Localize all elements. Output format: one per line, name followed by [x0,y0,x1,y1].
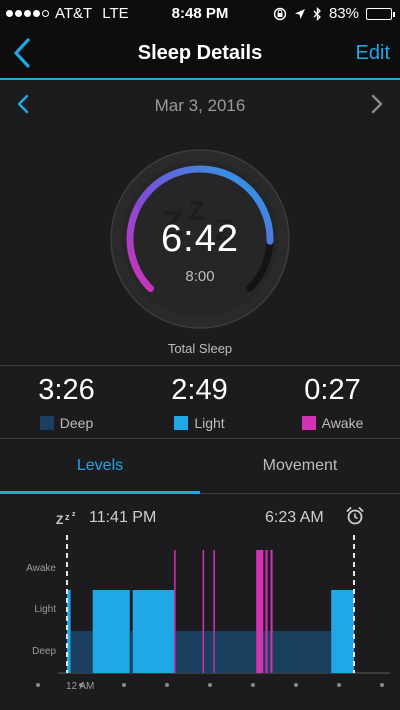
sleep-start-time: 11:41 PM [89,509,157,526]
x-tick-dot [36,683,40,687]
awake-value: 0:27 [304,374,361,406]
sleep-segment-awake [202,550,205,673]
deep-swatch-icon [39,416,54,430]
sleep-segment-light [331,590,354,673]
rotation-lock-icon [273,7,287,20]
svg-text:Z: Z [56,513,63,526]
awake-swatch-icon [301,416,316,430]
sleep-end-time: 6:23 AM [265,509,324,526]
tab-movement[interactable]: Movement [200,440,400,492]
sleep-segment-deep [267,631,271,673]
location-arrow-icon [294,8,305,19]
status-right: 83% [273,5,395,22]
sleep-segment-awake [174,550,176,673]
sleep-segment-deep [129,631,133,673]
divider [0,438,400,439]
x-tick-dot [122,683,126,687]
sleep-segment-deep [272,631,332,673]
sleep-segment-deep [204,631,214,673]
sleep-segment-light [92,590,130,673]
active-tab-indicator [0,491,200,494]
total-sleep-label: Total Sleep [167,341,233,356]
sleep-segment-deep [175,631,203,673]
nav-bar: Sleep Details Edit [0,28,400,80]
sleep-segment-deep [70,631,93,673]
status-bar: AT&T LTE 8:48 PM 83% [0,0,400,28]
x-tick-label: 12 AM [66,681,95,692]
battery-icon [366,7,395,20]
x-tick-dot [208,683,212,687]
page-title: Sleep Details [137,42,263,64]
sleep-levels-chart [36,535,390,687]
bluetooth-icon [313,6,321,21]
sleep-segment-deep [263,631,266,673]
sleep-segment-awake [256,550,264,673]
light-value: 2:49 [171,374,228,406]
sleep-segment-awake [213,550,215,673]
svg-text:z: z [72,511,76,518]
stat-light: 2:49 Light [133,374,266,431]
current-date: Mar 3, 2016 [154,96,246,115]
svg-text:z: z [65,512,70,522]
alarm-clock-icon [346,507,364,525]
next-day-chevron-icon[interactable] [370,94,384,114]
deep-value: 3:26 [38,374,95,406]
stat-awake: 0:27 Awake [266,374,399,431]
sleep-segment-deep [214,631,257,673]
sleep-segment-awake [270,550,273,673]
divider [0,365,400,366]
awake-label: Awake [321,415,364,431]
tab-levels[interactable]: Levels [0,440,200,492]
total-sleep-value: 6:42 [161,218,239,260]
x-tick-dot [165,683,169,687]
date-navigator: Mar 3, 2016 [0,82,400,128]
x-tick-dot [337,683,341,687]
sleep-segment-awake [265,550,268,673]
x-tick-dot [294,683,298,687]
x-tick-dot [251,683,255,687]
total-sleep-ring: Z Z Z 6:42 8:00 [109,148,291,330]
deep-label: Deep [59,415,94,431]
light-label: Light [194,415,225,431]
battery-percent: 83% [328,5,359,22]
zzz-icon: Z z z [56,511,76,526]
sleep-segment-light [132,590,175,673]
x-tick-dot [380,683,384,687]
edit-button[interactable]: Edit [356,42,390,65]
chart-header: Z z z 11:41 PM 6:23 AM [0,506,400,532]
sleep-goal-value: 8:00 [185,268,215,285]
light-swatch-icon [174,416,189,430]
stat-deep: 3:26 Deep [0,374,133,431]
